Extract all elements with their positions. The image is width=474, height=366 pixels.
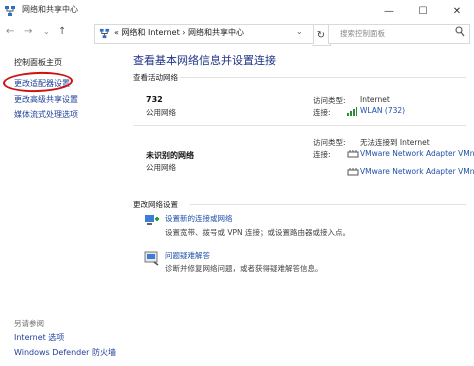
troubleshoot-icon xyxy=(144,251,159,266)
network-divider xyxy=(133,125,466,126)
change-network-settings-heading: 更改网络设置 xyxy=(133,200,178,209)
task-description: 诊断并修复网络问题，或者获得疑难解答信息。 xyxy=(165,264,323,273)
minimize-button[interactable]: — xyxy=(372,0,406,22)
window-title: 网络和共享中心 xyxy=(22,5,78,14)
network-center-icon xyxy=(5,6,15,16)
network-name: 732 xyxy=(146,95,163,104)
connection-link-wlan[interactable]: WLAN (732) xyxy=(360,106,405,115)
network-type-link[interactable]: 公用网络 xyxy=(146,107,176,118)
active-networks-heading: 查看活动网络 xyxy=(133,73,178,82)
ethernet-adapter-icon xyxy=(347,168,359,176)
network-name: 未识别的网络 xyxy=(146,151,194,160)
connection-link-vmnet8[interactable]: VMware Network Adapter VMnet8 xyxy=(360,167,474,176)
network-type-link[interactable]: 公用网络 xyxy=(146,162,176,173)
connections-label: 连接: xyxy=(313,150,331,159)
access-type-value: 无法连接到 Internet xyxy=(360,138,430,147)
sidebar-item-media-streaming-options[interactable]: 媒体流式处理选项 xyxy=(14,109,78,120)
breadcrumb[interactable]: « 网络和 Internet › 网络和共享中心 xyxy=(114,27,244,38)
section-divider xyxy=(190,204,466,205)
access-type-label: 访问类型: xyxy=(313,96,346,105)
back-button[interactable]: ← xyxy=(6,26,14,37)
see-also-heading: 另请参阅 xyxy=(14,319,44,328)
ethernet-adapter-icon xyxy=(347,150,359,158)
page-title: 查看基本网络信息并设置连接 xyxy=(133,54,276,67)
address-dropdown-button[interactable]: ⌄ xyxy=(296,27,303,36)
sidebar-item-advanced-sharing-settings[interactable]: 更改高级共享设置 xyxy=(14,94,78,105)
section-divider xyxy=(180,77,466,78)
see-also-internet-options[interactable]: Internet 选项 xyxy=(14,332,64,343)
close-button[interactable]: ✕ xyxy=(440,0,474,22)
task-link-new-connection[interactable]: 设置新的连接或网络 xyxy=(165,213,233,224)
up-button[interactable]: ↑ xyxy=(58,26,66,37)
forward-button[interactable]: → xyxy=(24,26,32,37)
new-connection-icon xyxy=(145,215,159,225)
connection-link-vmnet1[interactable]: VMware Network Adapter VMnet1 xyxy=(360,149,474,158)
sidebar-item-control-panel-home[interactable]: 控制面板主页 xyxy=(14,57,62,68)
task-link-troubleshoot[interactable]: 问题疑难解答 xyxy=(165,250,210,261)
network-center-icon xyxy=(99,28,110,39)
wifi-signal-icon xyxy=(347,107,357,116)
access-type-value: Internet xyxy=(360,95,390,104)
connections-label: 连接: xyxy=(313,108,331,117)
search-icon[interactable] xyxy=(455,26,465,38)
see-also-windows-defender-firewall[interactable]: Windows Defender 防火墙 xyxy=(14,347,116,358)
access-type-label: 访问类型: xyxy=(313,138,346,147)
maximize-button[interactable]: ☐ xyxy=(406,0,440,22)
task-description: 设置宽带、拨号或 VPN 连接；或设置路由器或接入点。 xyxy=(165,228,351,237)
recent-locations-dropdown[interactable]: ⌄ xyxy=(43,27,50,36)
search-placeholder: 搜索控制面板 xyxy=(340,29,385,38)
